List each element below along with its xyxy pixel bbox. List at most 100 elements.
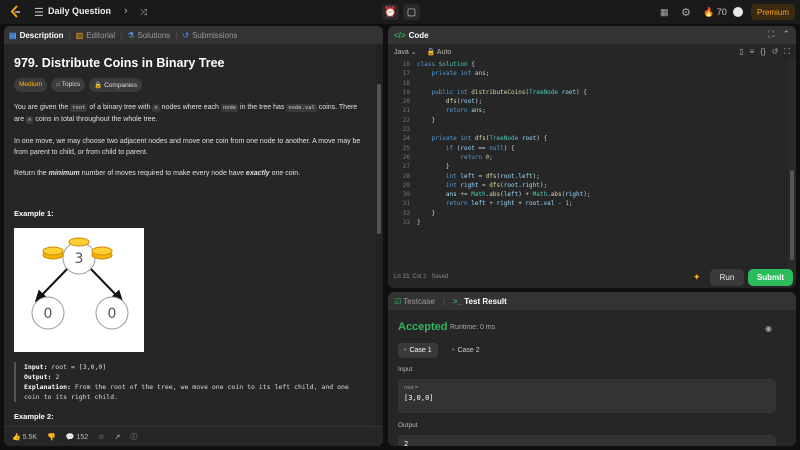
tree-root-value: 3 bbox=[75, 251, 84, 267]
example-2-heading: Example 2: bbox=[14, 412, 54, 421]
top-bar: ☰ Daily Question ‹ › ⤨ ⏰ ▢ ▦ ⚙ 🔥 70 Prem… bbox=[0, 0, 800, 24]
lock-icon: 🔒 bbox=[426, 49, 436, 56]
comments-button[interactable]: 💬 152 bbox=[66, 433, 88, 441]
line-number: 20 bbox=[402, 98, 410, 106]
code-text: if (root == null) { bbox=[445, 144, 515, 152]
fullscreen-icon[interactable]: ⛶ bbox=[784, 47, 790, 57]
checkbox-icon: ☑ bbox=[394, 296, 402, 306]
tab-submissions[interactable]: ↺ Submissions bbox=[177, 26, 242, 44]
history-icon: ↺ bbox=[182, 30, 190, 40]
timer-icon[interactable]: ⏰ bbox=[382, 4, 399, 20]
code-line: 31 return left + right + root.val - 1; bbox=[394, 199, 789, 208]
runtime-text: Runtime: 0 ms bbox=[450, 324, 496, 331]
settings-gear-icon[interactable]: ⚙ bbox=[681, 6, 691, 19]
tab-editorial[interactable]: ▥ Editorial bbox=[71, 26, 120, 44]
notes-icon[interactable]: ▢ bbox=[403, 4, 420, 20]
share-icon[interactable]: ↗ bbox=[114, 433, 120, 441]
bookmark-icon[interactable]: ▯ bbox=[739, 47, 743, 57]
problem-badges: Medium ⌂ Topics 🔒 Companies bbox=[14, 78, 365, 92]
help-icon[interactable]: ⓘ bbox=[130, 432, 137, 442]
code-text: } bbox=[417, 116, 436, 124]
tab-description[interactable]: ▤ Description bbox=[4, 26, 69, 44]
line-number: 19 bbox=[402, 88, 410, 96]
line-number: 29 bbox=[402, 181, 410, 189]
difficulty-badge: Medium bbox=[14, 78, 48, 92]
format-icon[interactable]: ≡ bbox=[750, 47, 755, 57]
code-text: class Solution { bbox=[417, 61, 475, 68]
case-1-tab[interactable]: • Case 1 bbox=[398, 343, 438, 358]
code-text: public int distributeCoins(TreeNode root… bbox=[431, 88, 587, 96]
problem-title[interactable]: 979. Distribute Coins in Binary Tree bbox=[14, 56, 365, 70]
code-line: 19 public int distributeCoins(TreeNode r… bbox=[394, 88, 789, 97]
chevron-down-icon: ⌄ bbox=[410, 49, 417, 56]
like-button[interactable]: 👍 5.5K bbox=[12, 433, 37, 441]
code-text: ans += Math.abs(left) + Math.abs(right); bbox=[445, 191, 591, 199]
fire-icon: 🔥 bbox=[703, 7, 715, 17]
result-status: Accepted bbox=[398, 321, 448, 333]
collapse-icon[interactable]: ⌃ bbox=[782, 29, 790, 40]
comment-icon: 💬 bbox=[65, 433, 75, 441]
test-tab-bar: ☑ Testcase | >_ Test Result bbox=[388, 292, 796, 310]
tab-test-result[interactable]: >_ Test Result bbox=[453, 297, 507, 306]
description-footer: 👍 5.5K 👎 💬 152 ☆ ↗ ⓘ bbox=[4, 426, 383, 446]
topics-badge[interactable]: ⌂ Topics bbox=[51, 78, 86, 92]
editor-scrollbar[interactable] bbox=[788, 60, 796, 280]
prev-problem-icon[interactable]: ‹ bbox=[106, 5, 110, 17]
reset-icon[interactable]: ↺ bbox=[772, 47, 779, 57]
code-line: 28 int left = dfs(root.left); bbox=[394, 172, 789, 181]
daily-question-link[interactable]: Daily Question bbox=[48, 6, 111, 16]
submit-button[interactable]: Submit bbox=[748, 269, 793, 286]
line-number: 22 bbox=[402, 116, 410, 124]
language-select[interactable]: Java ⌄ bbox=[394, 48, 417, 56]
eye-icon[interactable]: ◉ bbox=[765, 324, 772, 333]
problem-list-icon[interactable]: ☰ bbox=[34, 6, 44, 19]
description-paragraph-3: Return the minimum number of moves requi… bbox=[14, 170, 301, 177]
next-problem-icon[interactable]: › bbox=[124, 5, 128, 17]
code-text: return left + right + root.val - 1; bbox=[445, 200, 573, 208]
layout-grid-icon[interactable]: ▦ bbox=[660, 7, 669, 18]
star-icon[interactable]: ☆ bbox=[98, 433, 104, 441]
editor-status: Ln 33, Col 2 Saved bbox=[394, 274, 449, 280]
output-value: 2 bbox=[404, 440, 409, 446]
description-scrollbar[interactable] bbox=[375, 44, 383, 446]
code-text: return 0; bbox=[460, 153, 493, 161]
maximize-icon[interactable]: ⛶ bbox=[768, 29, 774, 40]
tab-testcase[interactable]: ☑ Testcase bbox=[394, 297, 435, 306]
example-1-heading: Example 1: bbox=[14, 209, 54, 218]
line-number: 16 bbox=[402, 61, 410, 68]
description-panel: ▤ Description | ▥ Editorial | ⚗ Solution… bbox=[4, 26, 383, 446]
line-number: 33 bbox=[402, 219, 410, 227]
tab-solutions[interactable]: ⚗ Solutions bbox=[122, 26, 175, 44]
braces-icon[interactable]: {} bbox=[760, 47, 765, 57]
companies-badge[interactable]: 🔒 Companies bbox=[89, 78, 142, 92]
code-line: 30 ans += Math.abs(left) + Math.abs(righ… bbox=[394, 190, 789, 199]
example-1-io: Input: root = [3,0,0] Output: 2 Explanat… bbox=[14, 362, 365, 402]
run-button[interactable]: Run bbox=[710, 269, 744, 286]
line-number: 30 bbox=[402, 191, 410, 199]
leetcode-logo-icon[interactable] bbox=[9, 5, 23, 19]
sparkle-icon[interactable]: ✦ bbox=[693, 272, 701, 283]
dislike-icon[interactable]: 👎 bbox=[47, 433, 56, 441]
premium-button[interactable]: Premium bbox=[751, 4, 795, 20]
line-number: 23 bbox=[402, 126, 410, 134]
line-number: 24 bbox=[402, 135, 410, 143]
code-text: dfs(root); bbox=[445, 98, 483, 106]
code-line: 16 class Solution { bbox=[394, 60, 789, 69]
code-text: private int dfs(TreeNode root) { bbox=[431, 135, 548, 143]
code-text: } bbox=[417, 219, 421, 227]
case-2-tab[interactable]: • Case 2 bbox=[446, 343, 486, 358]
avatar[interactable] bbox=[733, 7, 743, 17]
line-number: 26 bbox=[402, 153, 410, 161]
autocomplete-mode[interactable]: 🔒 Auto bbox=[427, 48, 452, 56]
code-editor[interactable]: 16 class Solution {17 private int ans; 18 1… bbox=[394, 60, 789, 260]
code-line: 27 } bbox=[394, 162, 789, 171]
line-number: 31 bbox=[402, 200, 410, 208]
line-number: 18 bbox=[402, 79, 410, 87]
shuffle-icon[interactable]: ⤨ bbox=[140, 7, 147, 18]
code-line: 17 private int ans; bbox=[394, 69, 789, 78]
code-header-actions: ⛶ ⌃ bbox=[768, 29, 790, 40]
tag-icon: ⌂ bbox=[56, 81, 61, 88]
streak-counter[interactable]: 🔥 70 bbox=[703, 7, 727, 18]
line-number: 32 bbox=[402, 209, 410, 217]
input-box: root = [3,0,0] bbox=[398, 379, 776, 413]
